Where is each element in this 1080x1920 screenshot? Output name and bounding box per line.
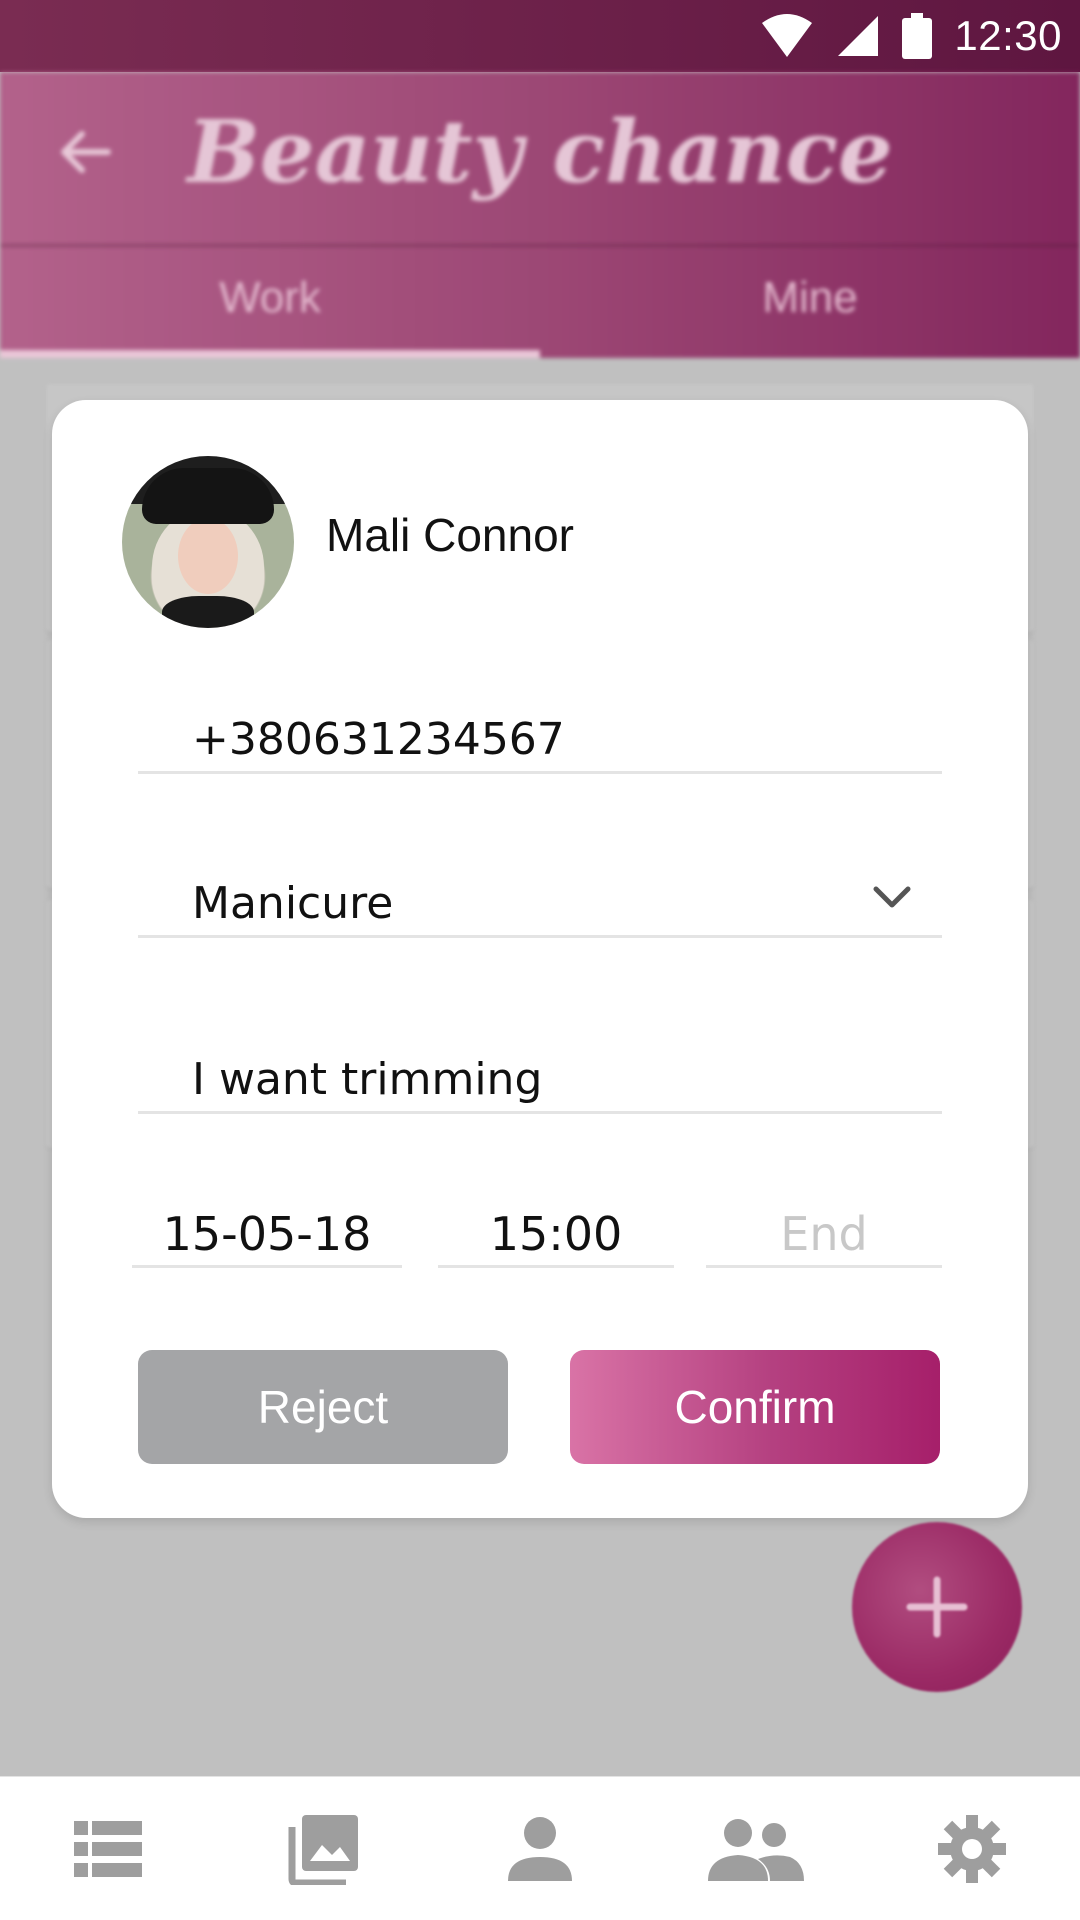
reject-button[interactable]: Reject [138, 1350, 508, 1464]
app-bar-divider [0, 244, 1080, 247]
start-time-value: 15:00 [489, 1207, 623, 1261]
avatar-hat [142, 468, 274, 524]
tab-bar: Work Mine [0, 248, 1080, 358]
avatar-top [162, 596, 254, 628]
comment-field[interactable]: I want trimming [138, 1030, 942, 1114]
phone-value: +380631234567 [192, 714, 565, 765]
person-icon [508, 1816, 572, 1881]
settings-icon [938, 1814, 1006, 1883]
nav-profile[interactable] [432, 1777, 648, 1920]
service-value: Manicure [192, 878, 394, 929]
app-bar: Beauty chance Work Mine [0, 72, 1080, 358]
app-title: Beauty chance [187, 102, 893, 203]
end-time-placeholder: End [780, 1207, 868, 1261]
tab-work[interactable]: Work [0, 248, 540, 358]
cell-signal-icon [838, 16, 879, 56]
status-icons: 12:30 [760, 0, 1062, 72]
nav-clients[interactable] [648, 1777, 864, 1920]
avatar-face [178, 518, 238, 594]
confirm-button[interactable]: Confirm [570, 1350, 940, 1464]
appointment-dialog: Mali Connor +380631234567 Manicure I wan… [52, 400, 1028, 1518]
photos-icon [288, 1814, 358, 1885]
date-field[interactable]: 15-05-18 [132, 1200, 402, 1268]
date-value: 15-05-18 [162, 1207, 372, 1261]
phone-field[interactable]: +380631234567 [138, 690, 942, 774]
status-bar: 12:30 [0, 0, 1080, 72]
plus-icon [906, 1576, 968, 1638]
add-fab[interactable] [852, 1522, 1022, 1692]
end-time-field[interactable]: End [706, 1200, 942, 1268]
list-icon [74, 1820, 142, 1877]
nav-list[interactable] [0, 1777, 216, 1920]
battery-icon [902, 13, 933, 59]
client-name: Mali Connor [326, 509, 574, 561]
bottom-navigation [0, 1776, 1080, 1920]
comment-value: I want trimming [192, 1054, 543, 1105]
chevron-down-icon[interactable] [872, 877, 912, 917]
people-icon [708, 1818, 804, 1881]
nav-settings[interactable] [864, 1777, 1080, 1920]
nav-photos[interactable] [216, 1777, 432, 1920]
wifi-icon [762, 14, 813, 57]
tab-mine[interactable]: Mine [540, 248, 1080, 358]
status-time: 12:30 [954, 12, 1062, 59]
start-time-field[interactable]: 15:00 [438, 1200, 674, 1268]
service-select[interactable]: Manicure [138, 854, 942, 938]
avatar [122, 456, 294, 628]
